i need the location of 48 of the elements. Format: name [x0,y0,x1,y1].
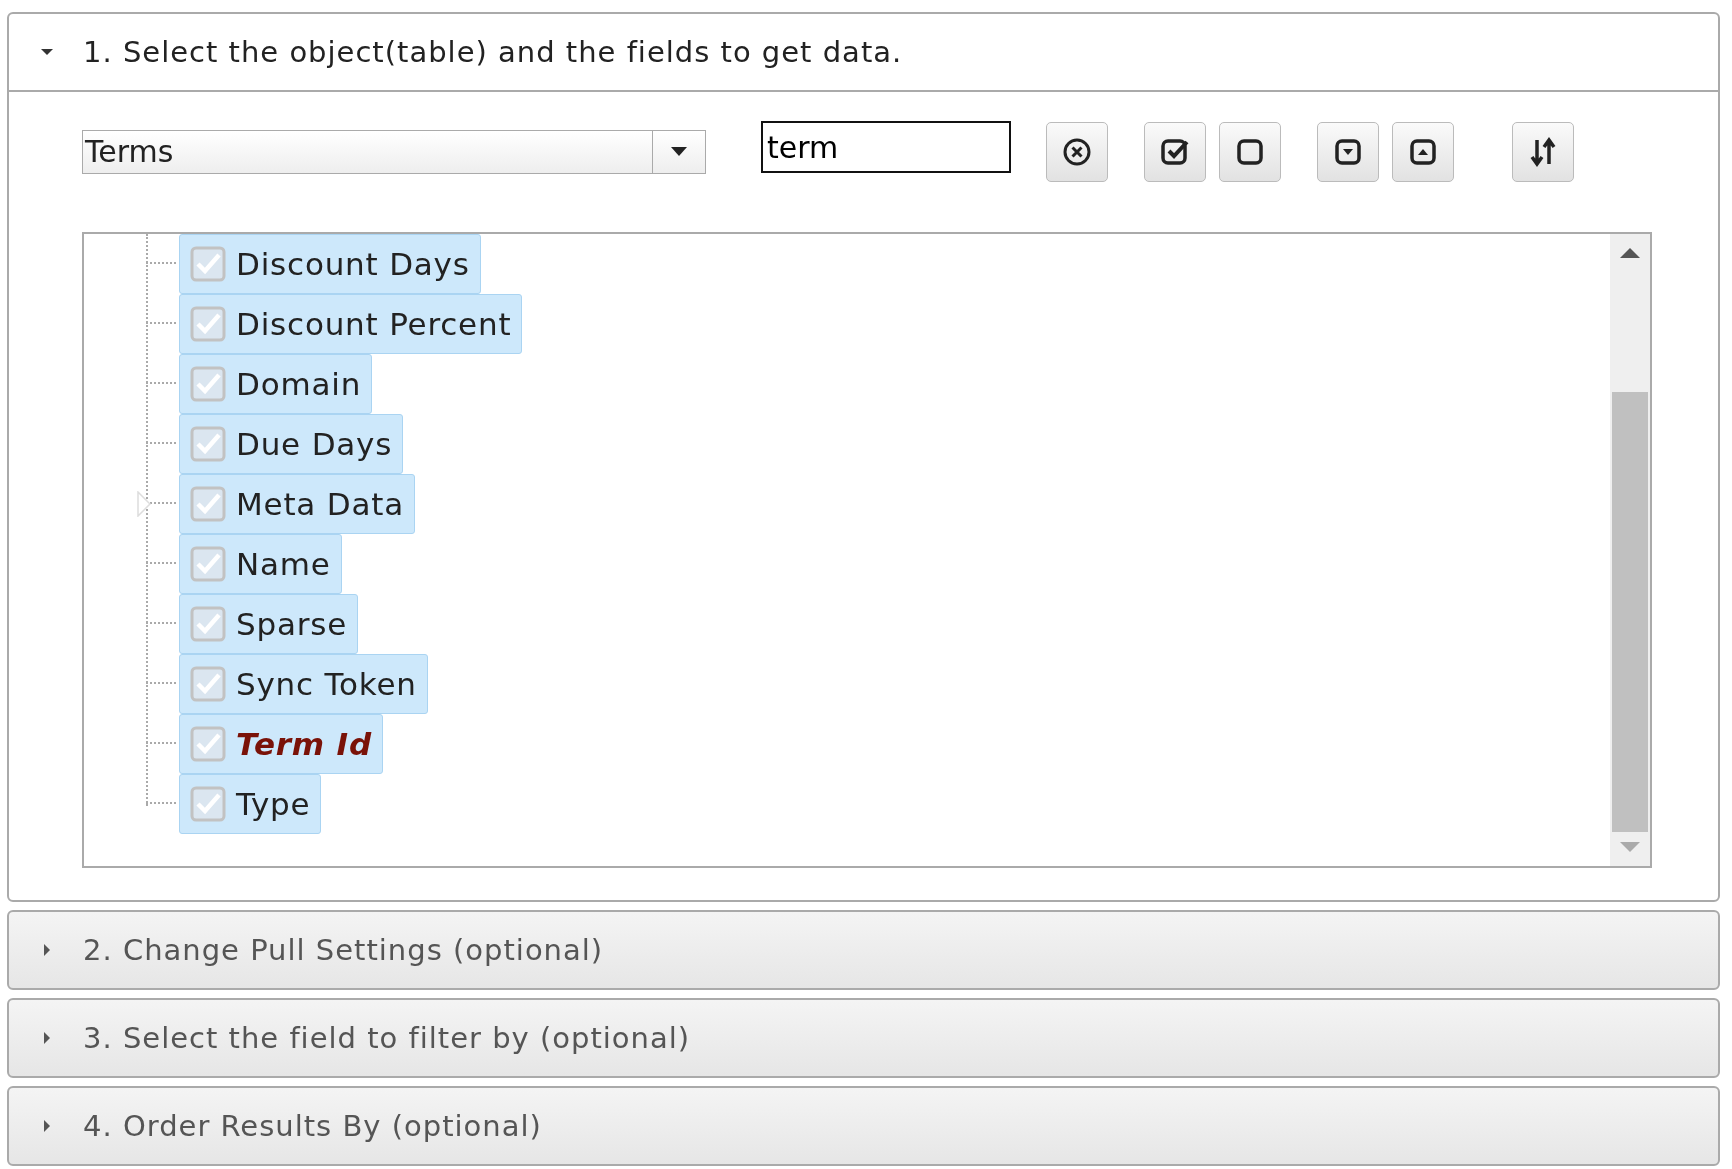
accordion-header[interactable]: 1. Select the object(table) and the fields to get data. [9,14,1718,92]
accordion-header[interactable]: 3. Select the field to filter by (optional) [9,1000,1718,1076]
scroll-down-icon[interactable] [1620,842,1640,852]
checkbox[interactable] [190,486,226,522]
dropdown-caret-icon [671,147,687,157]
field-item[interactable]: Discount Days [179,234,481,294]
field-item[interactable]: Meta Data [179,474,416,534]
checkbox[interactable] [190,426,226,462]
empty-box-icon [1235,137,1265,167]
section-title: 3. Select the field to filter by (optional) [83,1021,691,1055]
search-field[interactable]: term [761,121,1011,173]
object-dropdown[interactable]: Terms [82,130,706,174]
clear-button[interactable] [1046,122,1108,182]
checkbox[interactable] [190,246,226,282]
accordion-header[interactable]: 4. Order Results By (optional) [9,1088,1718,1164]
clear-icon [1062,137,1092,167]
field-item[interactable]: Discount Percent [179,294,523,354]
field-item[interactable]: Type [179,774,322,834]
field-item[interactable]: Name [179,534,342,594]
checkbox[interactable] [190,366,226,402]
section-title: 2. Change Pull Settings (optional) [83,933,604,967]
scrollbar[interactable] [1610,234,1650,866]
field-item[interactable]: Due Days [179,414,404,474]
scrollbar-thumb[interactable] [1612,392,1648,832]
field-item[interactable]: Sync Token [179,654,428,714]
sort-icon [1528,137,1558,167]
field-item[interactable]: Term Id [179,714,383,774]
up-box-icon [1408,137,1438,167]
checkbox[interactable] [190,726,226,762]
checked-box-icon [1160,137,1190,167]
checkbox[interactable] [190,606,226,642]
checkbox[interactable] [190,306,226,342]
down-box-icon [1333,137,1363,167]
section-title: 1. Select the object(table) and the fields to get data. [83,35,903,69]
field-item[interactable]: Sparse [179,594,359,654]
accordion-header[interactable]: 2. Change Pull Settings (optional) [9,912,1718,988]
checkbox[interactable] [190,786,226,822]
section-title: 4. Order Results By (optional) [83,1109,542,1143]
field-item[interactable]: Domain [179,354,373,414]
collapse-all-button[interactable] [1392,122,1454,182]
checkbox[interactable] [190,666,226,702]
checkbox[interactable] [190,546,226,582]
expander-icon[interactable] [137,491,151,517]
scroll-up-icon[interactable] [1620,248,1640,258]
expand-all-button[interactable] [1317,122,1379,182]
uncheck-all-button[interactable] [1219,122,1281,182]
check-all-button[interactable] [1144,122,1206,182]
sort-button[interactable] [1512,122,1574,182]
